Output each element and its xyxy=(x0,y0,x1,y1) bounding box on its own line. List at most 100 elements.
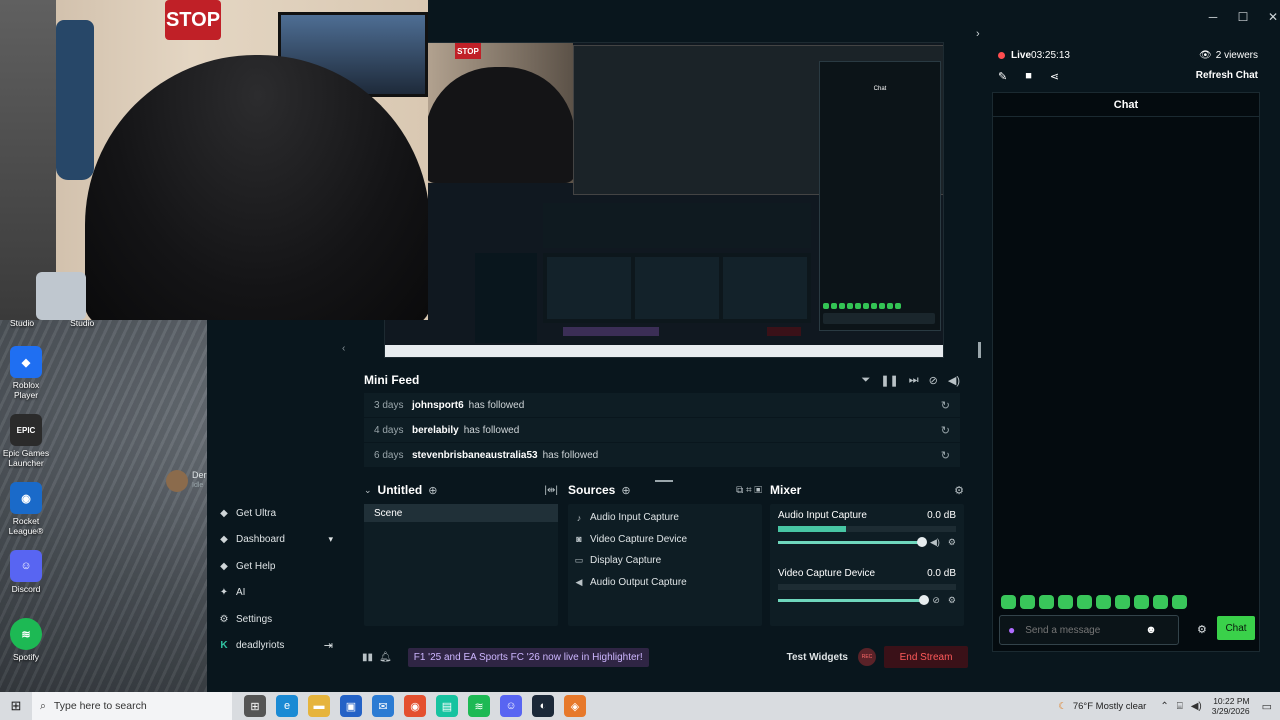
desktop-icon-discord[interactable]: ☺ Discord xyxy=(0,544,52,610)
emote-icon[interactable] xyxy=(1020,595,1035,609)
close-icon[interactable]: ✕ xyxy=(1265,10,1280,24)
gear-icon[interactable]: ⚙ xyxy=(948,595,956,606)
preview-emotes xyxy=(823,303,901,309)
app-orange-icon[interactable]: ◈ xyxy=(564,695,586,717)
desktop-icon-roblox[interactable]: ◆ Roblox Player xyxy=(0,340,52,406)
pause-icon[interactable]: ❚❚ xyxy=(880,374,898,387)
emoji-icon[interactable]: ☻ xyxy=(1145,624,1157,636)
skip-icon[interactable]: ⏭ xyxy=(909,374,919,387)
collapse-sidebar-icon[interactable]: ‹ xyxy=(342,343,345,354)
sidebar-item-label: Dashboard xyxy=(236,534,285,546)
add-source-icon[interactable]: ⊕ xyxy=(621,484,630,497)
notification-icon[interactable]: ▭ xyxy=(1262,700,1272,713)
network-icon[interactable]: ⌸ xyxy=(1177,701,1183,712)
windows-start-icon[interactable]: ⊞ xyxy=(0,698,32,714)
repeat-alert-icon[interactable]: ↻ xyxy=(941,449,950,462)
taskbar-search[interactable]: ⌕ Type here to search xyxy=(32,692,232,720)
repeat-alert-icon[interactable]: ↻ xyxy=(941,399,950,412)
streamlabs-icon[interactable]: ▤ xyxy=(436,695,458,717)
desktop-icon-spotify[interactable]: ≋ Spotify xyxy=(0,612,52,678)
emote-icon[interactable] xyxy=(1001,595,1016,609)
volume-icon[interactable]: ◀) xyxy=(948,374,960,387)
sidebar-item-get-help[interactable]: ◆ Get Help xyxy=(207,553,345,580)
user-avatar[interactable]: Der Idle xyxy=(164,468,208,496)
resize-handle[interactable] xyxy=(978,342,981,358)
feed-user[interactable]: stevenbrisbaneaustralia53 xyxy=(412,450,538,461)
camera-icon[interactable]: ■ xyxy=(1025,70,1032,83)
volume-icon[interactable]: ◀) xyxy=(1191,701,1202,712)
weather-widget[interactable]: ☾ 76°F Mostly clear xyxy=(1058,701,1146,712)
file-explorer-icon[interactable]: ▬ xyxy=(308,695,330,717)
logout-icon[interactable]: ⇥ xyxy=(324,639,333,652)
source-label: Display Capture xyxy=(590,555,662,567)
chrome-icon[interactable]: ◉ xyxy=(404,695,426,717)
feed-user[interactable]: johnsport6 xyxy=(412,400,464,411)
chat-input[interactable] xyxy=(1025,624,1136,636)
record-button[interactable]: REC xyxy=(858,648,876,666)
volume-slider-knob[interactable] xyxy=(919,595,930,605)
chevron-right-icon[interactable]: › xyxy=(976,28,980,40)
outlook-icon[interactable]: ✉ xyxy=(372,695,394,717)
emote-icon[interactable] xyxy=(1172,595,1187,609)
desktop-icon-epic-games[interactable]: EPIC Epic Games Launcher xyxy=(0,408,52,474)
chat-send-button[interactable]: Chat xyxy=(1217,616,1255,640)
emote-icon[interactable] xyxy=(1134,595,1149,609)
preview-banner xyxy=(563,327,659,336)
discord-icon[interactable]: ☺ xyxy=(500,695,522,717)
microphone-icon[interactable]: ● xyxy=(1008,623,1015,637)
sidebar-item-get-ultra[interactable]: ◆ Get Ultra xyxy=(207,500,345,527)
scene-item[interactable]: Scene xyxy=(364,504,558,522)
source-item[interactable]: ▭ Display Capture xyxy=(568,550,762,572)
sidebar-item-dashboard[interactable]: ◆ Dashboard ▾ xyxy=(207,527,345,554)
gear-icon[interactable]: ⚙ xyxy=(948,537,956,548)
filter-icon[interactable]: ⏷ xyxy=(862,374,871,387)
source-tools-icon[interactable]: ⧉ ⌗ ▣ xyxy=(736,485,762,496)
task-view-icon[interactable]: ⊞ xyxy=(244,695,266,717)
desktop-icon-label: Epic Games Launcher xyxy=(2,448,50,468)
volume-slider[interactable] xyxy=(778,537,927,547)
end-stream-button[interactable]: End Stream xyxy=(884,646,968,668)
emote-icon[interactable] xyxy=(1058,595,1073,609)
repeat-alert-icon[interactable]: ↻ xyxy=(941,424,950,437)
emote-icon[interactable] xyxy=(1096,595,1111,609)
performance-icon[interactable]: ▮▮ xyxy=(362,652,373,663)
sidebar-item-user[interactable]: K deadlyriots ⇥ xyxy=(207,633,345,660)
chevron-down-icon[interactable]: ▾ xyxy=(328,534,333,545)
edit-icon[interactable]: ✎ xyxy=(998,70,1007,83)
steam-icon[interactable]: ◐ xyxy=(532,695,554,717)
source-item[interactable]: ♪ Audio Input Capture xyxy=(568,507,762,529)
spotify-icon[interactable]: ≋ xyxy=(468,695,490,717)
highlighter-banner[interactable]: F1 '25 and EA Sports FC '26 now live in … xyxy=(407,647,649,667)
edge-icon[interactable]: e xyxy=(276,695,298,717)
mute-alerts-icon[interactable]: ⊘ xyxy=(929,374,938,387)
share-icon[interactable]: ⋖ xyxy=(1050,70,1059,83)
source-item[interactable]: ◀ Audio Output Capture xyxy=(568,572,762,594)
chevron-up-icon[interactable]: ⌃ xyxy=(1160,701,1168,712)
taskbar-clock[interactable]: 10:22 PM 3/29/2026 xyxy=(1212,696,1250,716)
scene-collection-title[interactable]: Untitled xyxy=(378,483,423,497)
sidebar-item-ai[interactable]: ✦ AI xyxy=(207,580,345,607)
emote-icon[interactable] xyxy=(1153,595,1168,609)
store-icon[interactable]: ▣ xyxy=(340,695,362,717)
source-item[interactable]: ◙ Video Capture Device xyxy=(568,529,762,551)
emote-icon[interactable] xyxy=(1115,595,1130,609)
muted-speaker-icon[interactable]: ⊘ xyxy=(932,595,940,606)
volume-slider[interactable] xyxy=(778,595,930,605)
scene-transition-icon[interactable]: |⇹| xyxy=(544,485,558,496)
desktop-icon-rocket-league[interactable]: ◉ Rocket League® xyxy=(0,476,52,542)
minimize-icon[interactable]: ─ xyxy=(1205,10,1221,24)
test-widgets-button[interactable]: Test Widgets xyxy=(787,652,848,663)
emote-icon[interactable] xyxy=(1077,595,1092,609)
notification-bell-icon[interactable]: 🔔︎ xyxy=(379,652,392,663)
maximize-icon[interactable]: ☐ xyxy=(1235,10,1251,24)
chevron-down-icon[interactable]: ⌄ xyxy=(364,485,372,496)
gear-icon[interactable]: ⚙ xyxy=(954,484,964,497)
feed-user[interactable]: berelabily xyxy=(412,425,459,436)
sidebar-item-settings[interactable]: ⚙ Settings xyxy=(207,606,345,633)
emote-icon[interactable] xyxy=(1039,595,1054,609)
add-scene-icon[interactable]: ⊕ xyxy=(428,484,437,497)
chat-settings-icon[interactable]: ⚙ xyxy=(1197,623,1207,636)
volume-slider-knob[interactable] xyxy=(917,537,927,547)
speaker-icon[interactable]: ◀) xyxy=(930,537,940,548)
refresh-chat-button[interactable]: Refresh Chat xyxy=(1196,70,1258,81)
